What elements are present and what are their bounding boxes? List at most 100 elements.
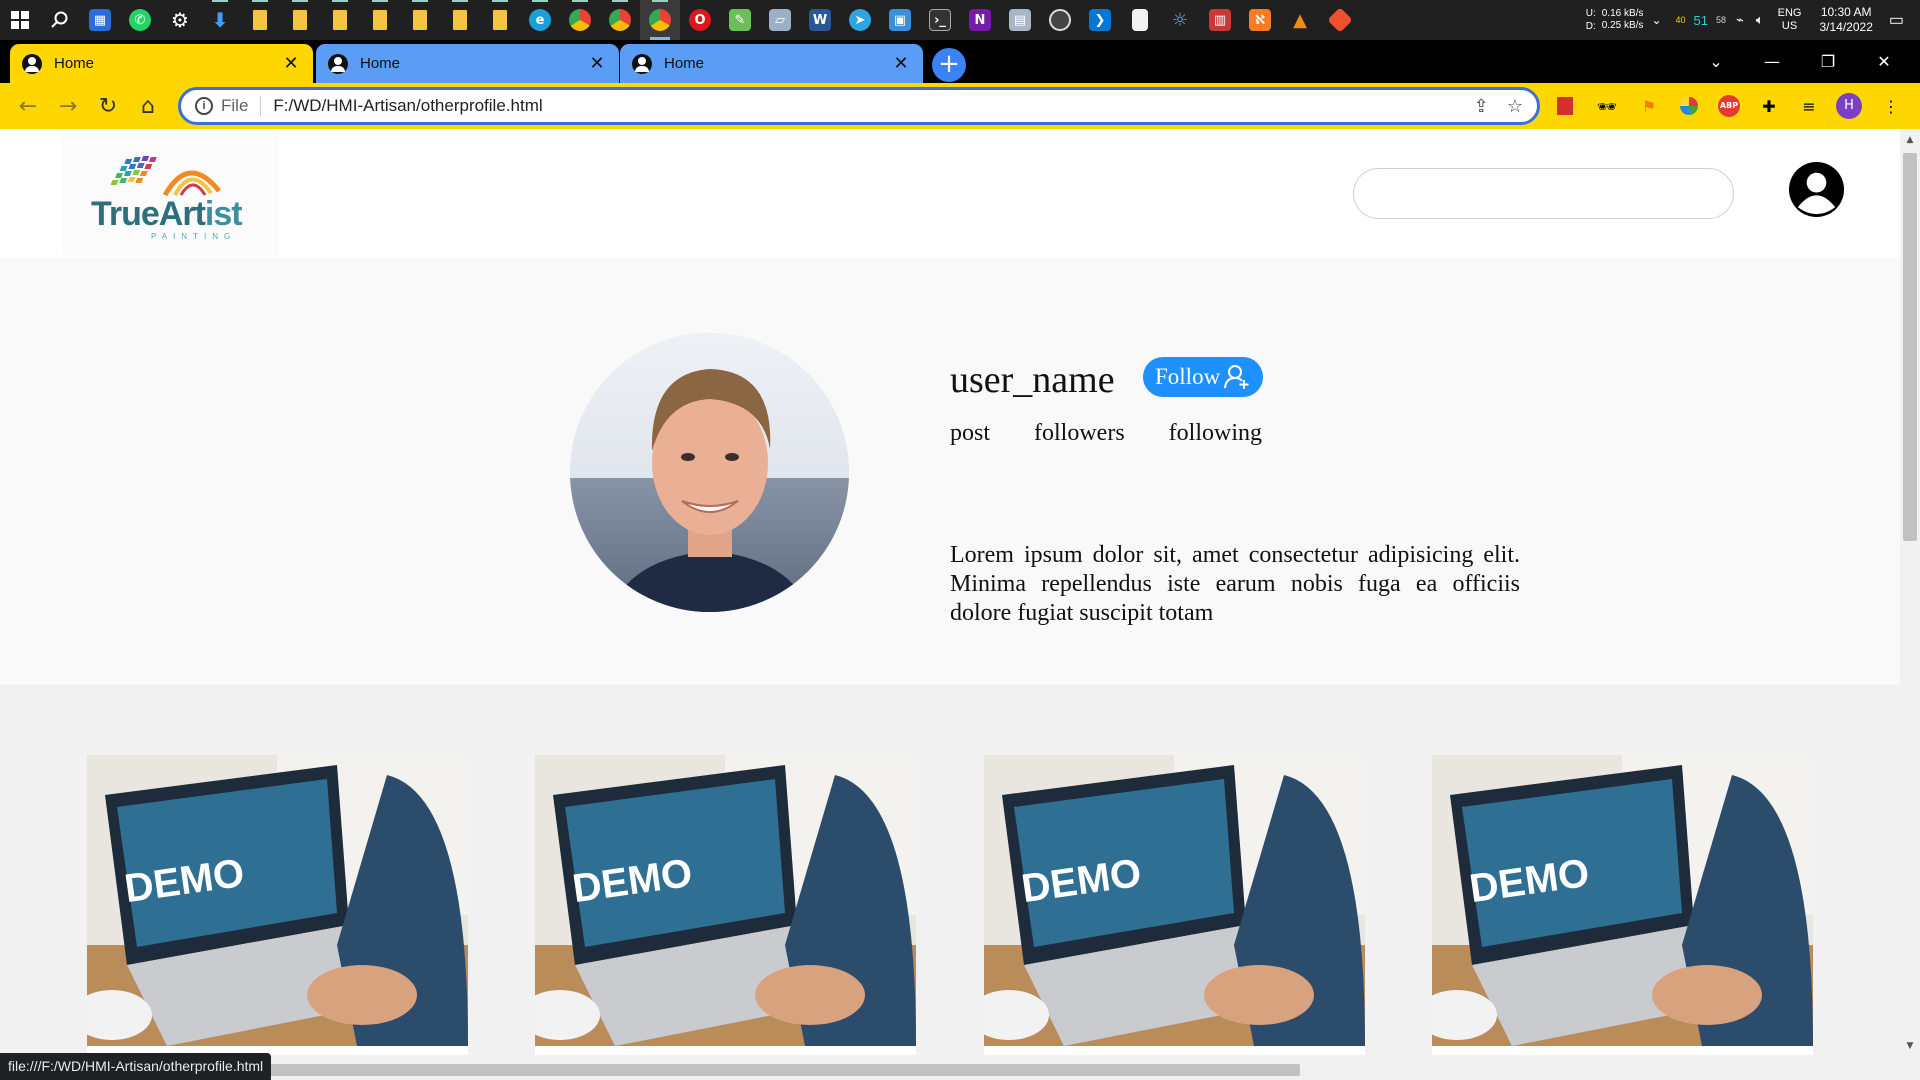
browser-tab[interactable]: Home ✕	[620, 44, 923, 83]
notification-icon[interactable]: ▭	[1889, 10, 1904, 30]
user-account-icon[interactable]	[1787, 160, 1846, 219]
back-icon[interactable]: ←	[8, 86, 48, 126]
reading-list-icon[interactable]: ≡	[1796, 93, 1822, 119]
post-card[interactable]: DEMO	[87, 755, 468, 1055]
site-logo[interactable]: TrueArtist PAINTING	[63, 133, 279, 255]
extension-spy-icon[interactable]: 🕶︎	[1594, 93, 1620, 119]
edge-icon[interactable]: e	[520, 0, 560, 40]
logo-mark-icon	[110, 156, 221, 197]
store-icon[interactable]: ▦	[80, 0, 120, 40]
file-icon[interactable]	[1120, 0, 1160, 40]
folder-icon[interactable]	[280, 0, 320, 40]
post-card[interactable]: DEMO	[535, 755, 916, 1055]
photos-icon[interactable]: ▤	[1000, 0, 1040, 40]
posts-grid: DEMO DEMO DEMO DEMO	[0, 685, 1900, 1080]
sticky-icon[interactable]: ▱	[760, 0, 800, 40]
extensions-puzzle-icon[interactable]: ✚	[1756, 93, 1782, 119]
archive-icon[interactable]: ▥	[1200, 0, 1240, 40]
temp-value: 51	[1693, 12, 1708, 28]
windows-start-icon[interactable]	[0, 0, 40, 40]
scroll-down-icon[interactable]: ▼	[1900, 1041, 1920, 1051]
remote-icon[interactable]: ▣	[880, 0, 920, 40]
download-icon[interactable]: ⬇	[200, 0, 240, 40]
browser-tab[interactable]: Home ✕	[10, 44, 313, 83]
close-icon[interactable]: ✕	[587, 53, 607, 74]
onenote-icon[interactable]: N	[960, 0, 1000, 40]
restore-icon[interactable]: ❐	[1800, 40, 1856, 83]
chrome-active-icon[interactable]	[640, 0, 680, 40]
chevron-up-icon[interactable]: ⌄	[1651, 13, 1661, 27]
site-info-icon[interactable]: i	[195, 97, 213, 115]
git-icon[interactable]	[1320, 0, 1360, 40]
search-icon[interactable]	[40, 0, 80, 40]
clock[interactable]: 10:30 AM 3/14/2022	[1819, 5, 1872, 35]
folder-icon[interactable]	[480, 0, 520, 40]
telegram-icon[interactable]: ➤	[840, 0, 880, 40]
folder-icon[interactable]	[400, 0, 440, 40]
forward-icon[interactable]: →	[48, 86, 88, 126]
language-indicator[interactable]: ENG US	[1778, 7, 1802, 33]
minimize-icon[interactable]: —	[1744, 40, 1800, 83]
vertical-scrollbar[interactable]: ▲ ▼	[1900, 129, 1920, 1080]
notepad-icon[interactable]: ✎	[720, 0, 760, 40]
word-icon[interactable]: W	[800, 0, 840, 40]
whatsapp-icon[interactable]: ✆	[120, 0, 160, 40]
close-icon[interactable]: ✕	[281, 53, 301, 74]
net-labels: U: D:	[1585, 8, 1596, 32]
share-icon[interactable]: ⇪	[1474, 96, 1489, 117]
folder-icon[interactable]	[440, 0, 480, 40]
tab-title: Home	[664, 55, 705, 72]
browser-tab[interactable]: Home ✕	[316, 44, 619, 83]
opera-icon[interactable]: O	[680, 0, 720, 40]
terminal-icon[interactable]: ›_	[920, 0, 960, 40]
search-input[interactable]	[1353, 168, 1734, 219]
folder-icon[interactable]	[320, 0, 360, 40]
xampp-icon[interactable]: ℵ	[1240, 0, 1280, 40]
lightbulb-icon[interactable]: ☼	[1160, 0, 1200, 40]
profile-stats: post followers following	[950, 420, 1306, 447]
tab-search-icon[interactable]: ⌄	[1688, 40, 1744, 83]
post-card[interactable]: DEMO	[1432, 755, 1813, 1055]
adblock-icon[interactable]: ABP	[1716, 93, 1742, 119]
bookmark-star-icon[interactable]: ☆	[1507, 96, 1523, 117]
home-icon[interactable]: ⌂	[128, 86, 168, 126]
settings-icon[interactable]: ⚙	[160, 0, 200, 40]
profile-bio: Lorem ipsum dolor sit, amet consectetur …	[950, 542, 1520, 626]
extension-flag-icon[interactable]: ⚑	[1636, 93, 1662, 119]
windows-taskbar: ▦ ✆ ⚙ ⬇ e O ✎ ▱ W ➤ ▣ ›_ N ▤ ❯ ☼ ▥ ℵ ▲ U…	[0, 0, 1920, 40]
address-bar[interactable]: i File F:/WD/HMI-Artisan/otherprofile.ht…	[178, 87, 1540, 125]
stat-following[interactable]: following	[1169, 420, 1262, 447]
chrome-profile-icon[interactable]	[560, 0, 600, 40]
vertical-scroll-thumb[interactable]	[1903, 153, 1917, 541]
close-icon[interactable]: ✕	[891, 53, 911, 74]
url-text[interactable]: F:/WD/HMI-Artisan/otherprofile.html	[273, 96, 1455, 116]
chrome-menu-icon[interactable]: ⋮	[1878, 93, 1904, 119]
extension-red-icon[interactable]	[1552, 93, 1578, 119]
vscode-icon[interactable]: ❯	[1080, 0, 1120, 40]
horizontal-scrollbar[interactable]	[0, 1060, 1900, 1080]
logo-text: TrueArtist	[91, 195, 243, 233]
profile-avatar-icon[interactable]: H	[1836, 93, 1862, 119]
post-image[interactable]: DEMO	[984, 755, 1365, 1046]
stat-followers[interactable]: followers	[1034, 420, 1125, 447]
post-image[interactable]: DEMO	[87, 755, 468, 1046]
post-image[interactable]: DEMO	[1432, 755, 1813, 1046]
post-card[interactable]: DEMO	[984, 755, 1365, 1055]
volume-icon[interactable]: 🔈︎	[1756, 12, 1764, 28]
extension-color-icon[interactable]	[1676, 93, 1702, 119]
page-viewport: TrueArtist PAINTING user_name Follow pos…	[0, 129, 1900, 1080]
chrome-profile-icon[interactable]	[600, 0, 640, 40]
obs-icon[interactable]	[1040, 0, 1080, 40]
stat-posts[interactable]: post	[950, 420, 990, 447]
network-icon[interactable]: ⌁	[1736, 12, 1744, 28]
vlc-icon[interactable]: ▲	[1280, 0, 1320, 40]
folder-icon[interactable]	[360, 0, 400, 40]
scroll-up-icon[interactable]: ▲	[1900, 135, 1920, 145]
post-image[interactable]: DEMO	[535, 755, 916, 1046]
folder-icon[interactable]	[240, 0, 280, 40]
window-close-icon[interactable]: ✕	[1856, 40, 1912, 83]
new-tab-button[interactable]: +	[932, 48, 966, 82]
tab-title: Home	[54, 55, 95, 72]
reload-icon[interactable]: ↻	[88, 86, 128, 126]
follow-button[interactable]: Follow	[1143, 357, 1263, 397]
